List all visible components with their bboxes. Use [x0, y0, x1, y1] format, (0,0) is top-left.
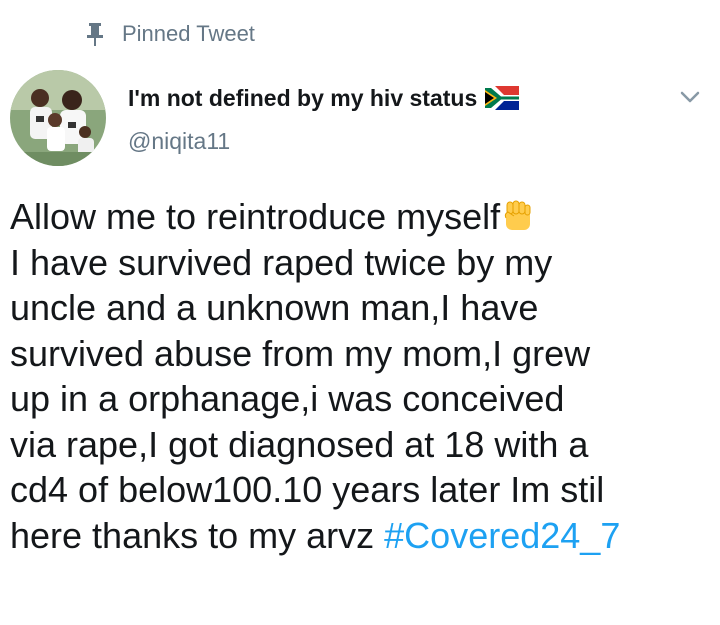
- raised-fist-emoji: [500, 198, 536, 234]
- author-name-row[interactable]: I'm not defined by my hiv status: [128, 82, 520, 114]
- hashtag-link[interactable]: #Covered24_7: [384, 515, 620, 556]
- pin-icon: [84, 21, 106, 47]
- avatar[interactable]: [10, 70, 106, 166]
- pinned-tweet-text: Pinned Tweet: [122, 21, 255, 46]
- tweet-body: I have survived raped twice by my uncle …: [10, 241, 605, 556]
- tweet-text: Allow me to reintroduce myself I have su…: [10, 194, 710, 558]
- author-handle[interactable]: @niqita11: [128, 128, 230, 155]
- south-africa-flag-icon: [485, 86, 520, 110]
- pinned-tweet-label: Pinned Tweet: [84, 18, 255, 50]
- tweet-first-line: Allow me to reintroduce myself: [10, 196, 501, 237]
- chevron-down-icon[interactable]: [676, 86, 704, 108]
- author-name[interactable]: I'm not defined by my hiv status: [128, 85, 477, 112]
